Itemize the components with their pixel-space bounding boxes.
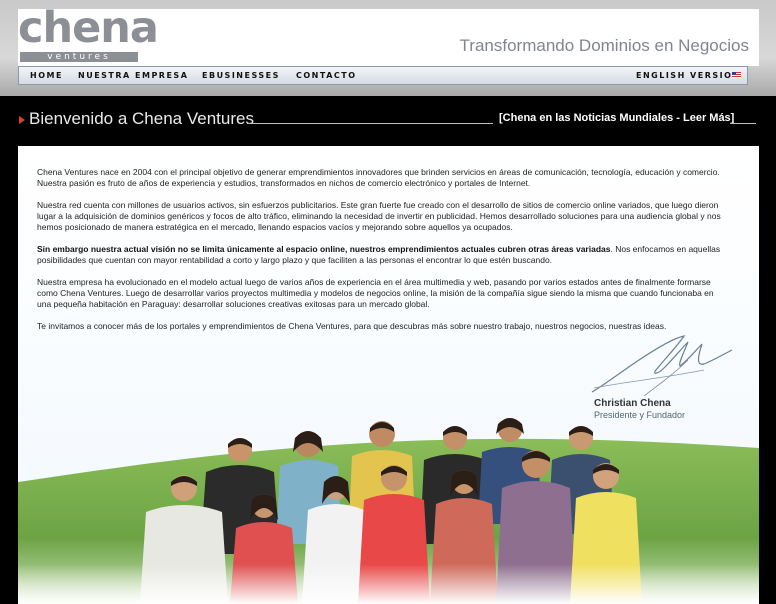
paragraph-1: Chena Ventures nace en 2004 con el princ…	[37, 167, 720, 188]
news-link[interactable]: [Chena en las Noticias Mundiales - Leer …	[499, 112, 734, 124]
nav-nuestra-empresa[interactable]: NUESTRA EMPRESA	[78, 67, 188, 84]
nav-home[interactable]: HOME	[30, 67, 63, 84]
signature-image	[591, 335, 733, 397]
page-title: Bienvenido a Chena Ventures	[29, 109, 254, 128]
header: chena ventures Transformando Dominios en…	[18, 3, 759, 66]
nav-bar: HOME NUESTRA EMPRESA EBUSINESSES CONTACT…	[18, 66, 748, 85]
photo-fade	[18, 564, 759, 604]
arrow-right-icon	[19, 116, 25, 124]
logo[interactable]: chena	[18, 3, 159, 53]
title-divider	[247, 123, 493, 124]
nav-english-version[interactable]: ENGLISH VERSION	[636, 67, 741, 84]
us-flag-icon[interactable]	[732, 72, 741, 78]
main-panel: Chena Ventures nace en 2004 con el princ…	[18, 146, 759, 604]
paragraph-3-bold: Sin embargo nuestra actual visión no se …	[37, 244, 611, 254]
title-divider-end	[730, 123, 756, 124]
tagline: Transformando Dominios en Negocios	[459, 36, 749, 55]
paragraph-3: Sin embargo nuestra actual visión no se …	[37, 244, 727, 266]
logo-subtitle: ventures	[47, 52, 111, 62]
intro-text: Chena Ventures nace en 2004 con el princ…	[37, 167, 727, 343]
paragraph-2: Nuestra red cuenta con millones de usuar…	[37, 200, 721, 232]
nav-ebusinesses[interactable]: EBUSINESSES	[202, 67, 280, 84]
nav-contacto[interactable]: CONTACTO	[296, 67, 357, 84]
paragraph-4: Nuestra empresa ha evolucionado en el mo…	[37, 277, 714, 309]
